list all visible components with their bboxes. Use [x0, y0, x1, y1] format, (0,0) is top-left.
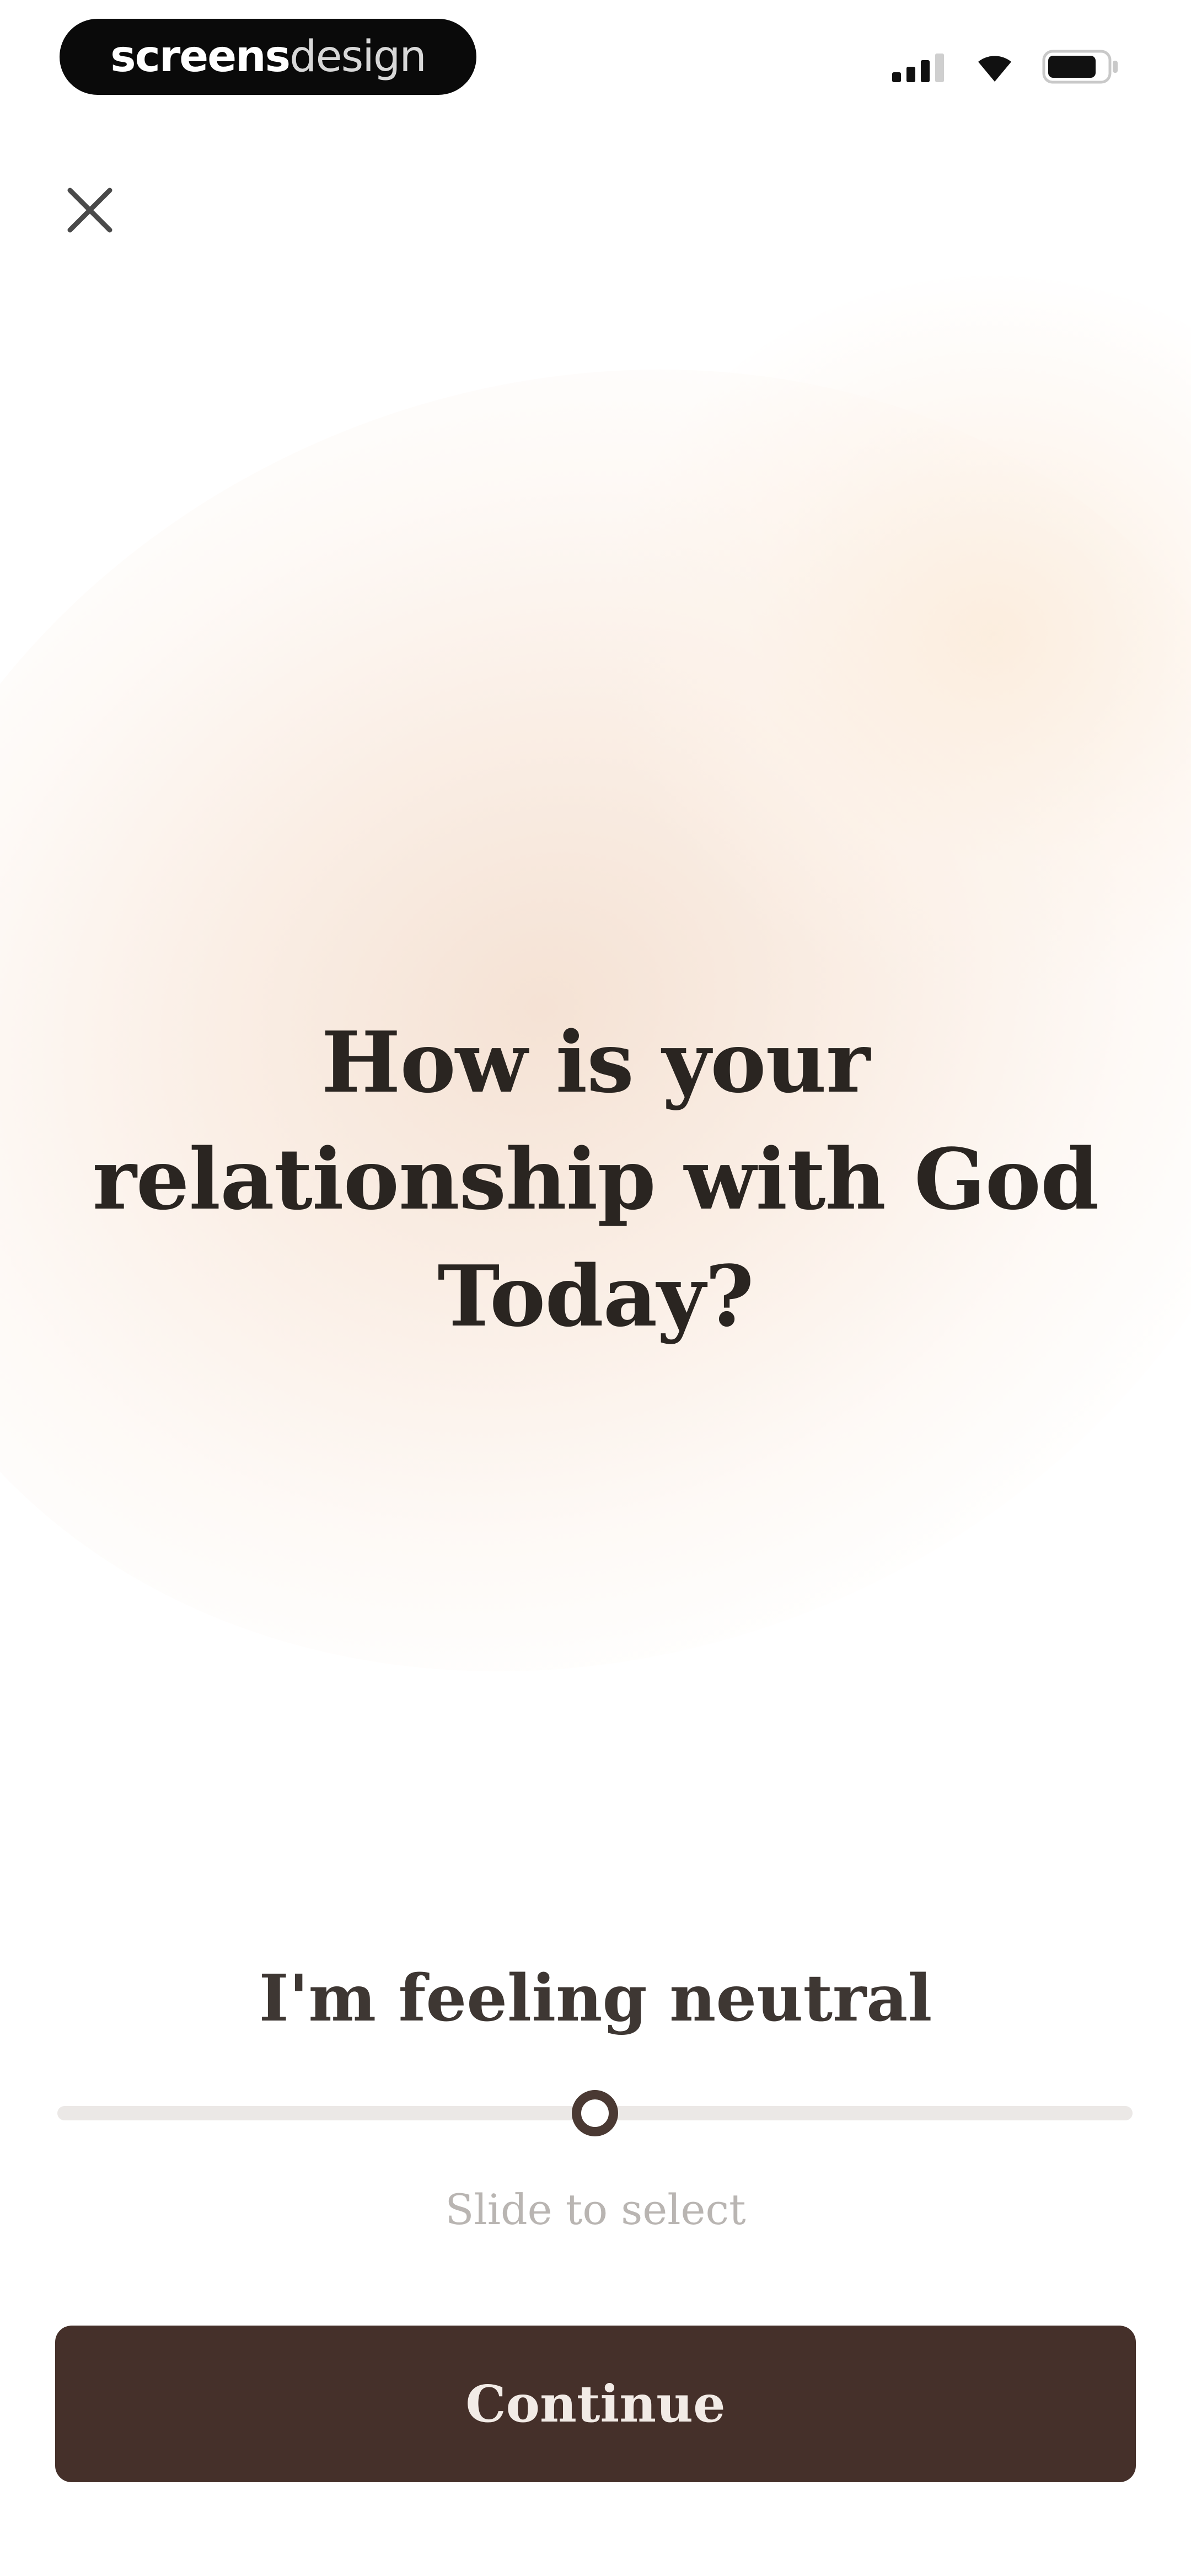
background-glow-secondary: [607, 276, 1191, 993]
status-bar: screens design: [0, 0, 1191, 121]
onboarding-screen: screens design How is your relationship …: [0, 0, 1191, 2576]
slide-hint: Slide to select: [445, 2185, 746, 2234]
brand-logo-pill: screens design: [60, 19, 476, 95]
battery-icon: [1042, 50, 1118, 84]
wifi-icon: [978, 56, 1011, 82]
status-icons: [892, 47, 1119, 86]
question-line-1: How is your: [321, 1013, 870, 1111]
question-line-3: Today?: [437, 1247, 754, 1345]
question-line-2: relationship with God: [92, 1130, 1099, 1228]
mood-label: I'm feeling neutral: [259, 1961, 932, 2036]
slider-thumb[interactable]: [572, 2090, 618, 2136]
continue-button[interactable]: Continue: [55, 2326, 1136, 2482]
question-title: How is your relationship with God Today?: [66, 1004, 1125, 1355]
mood-slider[interactable]: [57, 2083, 1133, 2144]
brand-logo-light: design: [289, 32, 427, 82]
close-icon: [67, 188, 112, 232]
cellular-signal-icon: [892, 54, 944, 82]
close-button[interactable]: [61, 181, 119, 239]
brand-logo-bold: screens: [110, 32, 291, 82]
